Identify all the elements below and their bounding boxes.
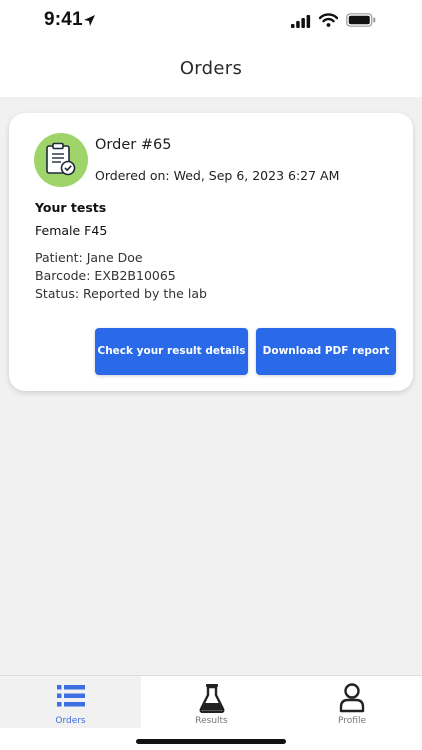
- order-status: Status: Reported by the lab: [35, 286, 207, 301]
- tab-bar: Orders Results Profile: [0, 675, 422, 729]
- list-icon: [56, 685, 85, 707]
- location-arrow-icon: [83, 12, 96, 31]
- tab-label: Results: [195, 716, 228, 726]
- person-icon: [339, 683, 365, 713]
- check-result-details-button[interactable]: Check your result details: [95, 328, 248, 375]
- page-title: Orders: [179, 58, 243, 79]
- barcode: Barcode: EXB2B10065: [35, 268, 176, 283]
- app-header: Orders: [0, 44, 422, 97]
- tab-results[interactable]: Results: [141, 676, 282, 729]
- order-card: Order #65 Ordered on: Wed, Sep 6, 2023 6…: [9, 113, 413, 391]
- cellular-signal-icon: [291, 13, 311, 32]
- clipboard-check-icon: [34, 133, 88, 187]
- home-indicator[interactable]: [136, 739, 286, 744]
- patient-name: Patient: Jane Doe: [35, 250, 143, 265]
- tab-profile[interactable]: Profile: [282, 676, 422, 729]
- download-pdf-button[interactable]: Download PDF report: [256, 328, 396, 375]
- flask-icon: [199, 684, 224, 713]
- order-number: Order #65: [95, 137, 172, 153]
- tests-heading: Your tests: [35, 200, 107, 215]
- tab-label: Orders: [55, 716, 86, 726]
- order-date: Ordered on: Wed, Sep 6, 2023 6:27 AM: [95, 168, 340, 183]
- wifi-icon: [318, 12, 339, 31]
- tab-orders[interactable]: Orders: [0, 676, 141, 729]
- test-item: Female F45: [35, 223, 108, 238]
- battery-icon: [346, 12, 377, 31]
- tab-label: Profile: [338, 716, 366, 726]
- status-bar: 9:41: [0, 0, 422, 44]
- status-time: 9:41: [44, 9, 83, 30]
